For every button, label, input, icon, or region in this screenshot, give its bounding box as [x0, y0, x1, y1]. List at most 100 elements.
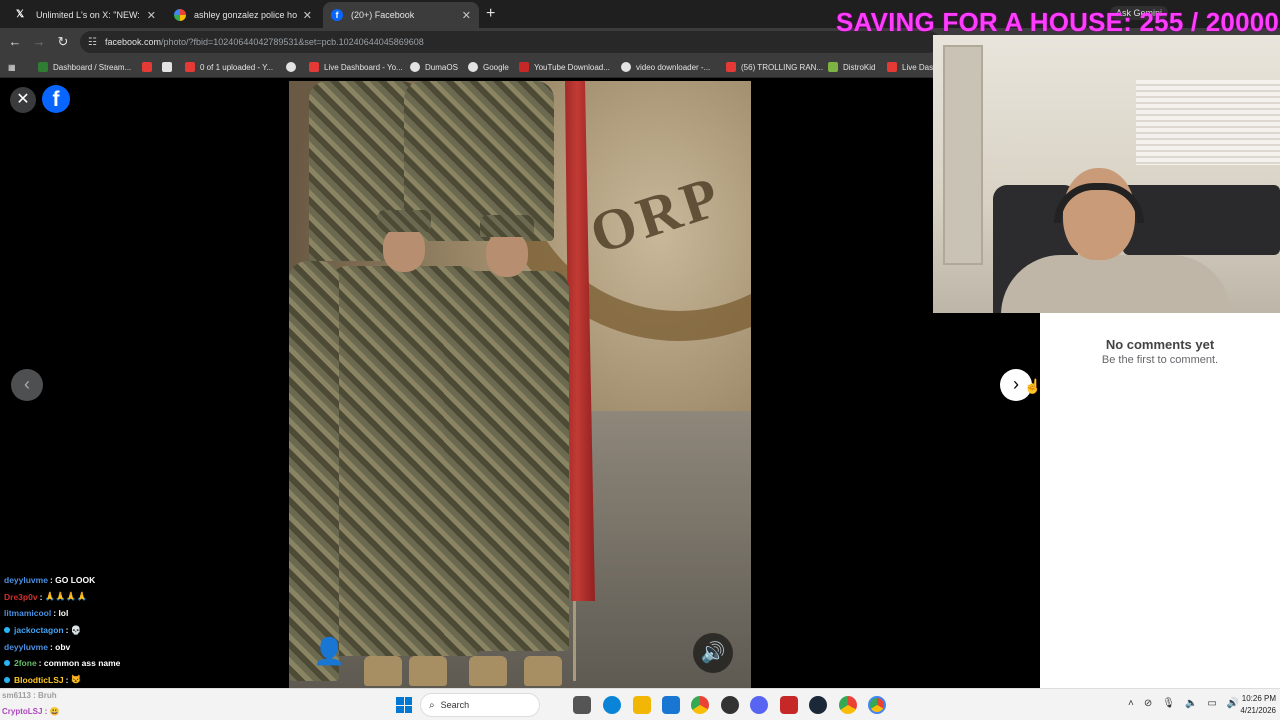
- discord-icon[interactable]: [750, 696, 768, 714]
- chat-text: lol: [58, 608, 69, 619]
- hand-cursor-icon: ☝: [1024, 378, 1042, 394]
- webcam-overlay: [933, 35, 1280, 313]
- chat-message: CryptoLSJ : 😃: [2, 707, 60, 716]
- chrome-icon[interactable]: [691, 696, 709, 714]
- bookmark-label: DistroKid: [843, 62, 876, 72]
- search-icon: ⌕: [429, 699, 435, 711]
- chat-message: Dre3p0v: 🙏🙏🙏🙏: [4, 591, 88, 602]
- bookmark-label: video downloader -...: [636, 62, 711, 72]
- chat-user: 2fone: [14, 658, 37, 669]
- donation-goal-text: SAVING FOR A HOUSE: 255 / 20000: [836, 7, 1280, 37]
- bookmark-item[interactable]: DumaOS: [410, 60, 458, 74]
- screen: 𝕏 Unlimited L's on X: "NEW: I ✕ ashley g…: [0, 0, 1280, 720]
- facebook-logo-icon[interactable]: f: [42, 85, 70, 113]
- comments-panel: No comments yet Be the first to comment.: [1040, 313, 1280, 688]
- chat-text: GO LOOK: [55, 575, 96, 586]
- chat-user: deyyluvme: [4, 641, 48, 652]
- previous-photo-icon[interactable]: ‹: [11, 369, 43, 401]
- bookmark-item[interactable]: YouTube Download...: [519, 60, 610, 74]
- microphone-icon[interactable]: 🎙: [1162, 698, 1175, 709]
- new-tab-button[interactable]: +: [486, 5, 495, 23]
- person-icon[interactable]: 👤: [313, 636, 345, 668]
- chat-text: 🙏🙏🙏🙏: [44, 591, 88, 602]
- google-icon: [174, 9, 186, 21]
- no-comments-subtitle: Be the first to comment.: [1101, 354, 1219, 366]
- forward-icon[interactable]: →: [30, 33, 48, 51]
- address-bar[interactable]: ☷ facebook.com/photo/?fbid=1024064404278…: [80, 31, 940, 53]
- chat-message: 2fone: common ass name: [0, 655, 260, 672]
- tab-close-icon[interactable]: ✕: [147, 9, 156, 22]
- bookmark-label: Live Dashboard - Yo...: [324, 62, 403, 72]
- tab-google-search[interactable]: ashley gonzalez police houston ✕: [166, 2, 320, 28]
- badge-icon: [4, 660, 10, 667]
- edge-icon[interactable]: [603, 696, 621, 714]
- bookmark-item[interactable]: [142, 60, 157, 74]
- bookmark-item[interactable]: Google: [468, 60, 509, 74]
- chrome-icon[interactable]: [868, 696, 886, 714]
- system-tray: ˄ ⊘ 🎙 🔈 ▭ 🔊: [1128, 698, 1239, 709]
- bookmark-item[interactable]: 0 of 1 uploaded - Y...: [185, 60, 273, 74]
- badge-icon: [4, 676, 10, 683]
- badge-icon: [4, 627, 10, 634]
- bookmark-item[interactable]: [286, 60, 301, 74]
- volume-icon[interactable]: 🔊: [693, 633, 733, 673]
- tab-close-icon[interactable]: ✕: [303, 9, 312, 22]
- chat-user: BloodticLSJ: [14, 674, 64, 685]
- chrome-icon[interactable]: [839, 696, 857, 714]
- bookmark-item[interactable]: DistroKid: [828, 60, 875, 74]
- chat-user: sm6113: [2, 691, 31, 700]
- tab-x[interactable]: 𝕏 Unlimited L's on X: "NEW: I ✕: [8, 2, 164, 28]
- chat-message: BloodticLSJ: 😾: [0, 672, 260, 689]
- chat-user: Dre3p0v: [4, 591, 38, 602]
- back-icon[interactable]: ←: [6, 33, 24, 51]
- clock-time: 10:26 PM: [1241, 694, 1276, 703]
- chat-user: CryptoLSJ: [2, 707, 43, 716]
- chat-text: obv: [55, 641, 71, 652]
- x-icon: 𝕏: [16, 9, 25, 20]
- bookmark-item[interactable]: (56) TROLLING RAN...: [726, 60, 823, 74]
- chat-text: 😃: [49, 707, 60, 716]
- steam-icon[interactable]: [809, 696, 827, 714]
- chat-text: common ass name: [43, 658, 121, 669]
- bookmark-label: 0 of 1 uploaded - Y...: [200, 62, 274, 72]
- adobe-icon[interactable]: [780, 696, 798, 714]
- file-explorer-icon[interactable]: [633, 696, 651, 714]
- task-view-icon[interactable]: [573, 696, 591, 714]
- bookmark-item[interactable]: Dashboard / Stream...: [38, 60, 131, 74]
- tab-title: ashley gonzalez police houston: [194, 10, 297, 20]
- tab-close-icon[interactable]: ✕: [462, 9, 471, 22]
- site-info-icon[interactable]: ☷: [88, 37, 97, 48]
- store-icon[interactable]: [662, 696, 680, 714]
- bookmark-item[interactable]: [162, 60, 177, 74]
- chat-text: 💀: [70, 624, 82, 635]
- taskbar: sm6113 : Bruh CryptoLSJ : 😃 ⌕ Search ˄ ⊘ …: [0, 688, 1280, 720]
- bookmark-label: DumaOS: [425, 62, 458, 72]
- tab-title: Unlimited L's on X: "NEW: I: [36, 10, 141, 20]
- bookmark-item[interactable]: video downloader -...: [621, 60, 710, 74]
- tab-facebook[interactable]: f (20+) Facebook ✕: [323, 2, 479, 28]
- display-icon[interactable]: ▭: [1207, 698, 1216, 709]
- chat-message: jackoctagon: 💀: [0, 622, 260, 639]
- address-url: facebook.com/photo/?fbid=102406440427895…: [105, 37, 424, 47]
- bookmark-label: Dashboard / Stream...: [53, 62, 132, 72]
- volume-icon[interactable]: 🔈: [1185, 698, 1197, 709]
- chat-user: litmamicool: [4, 608, 52, 619]
- bookmark-label: (56) TROLLING RAN...: [741, 62, 824, 72]
- windows-start-icon[interactable]: [396, 697, 412, 713]
- chat-message: deyyluvme: GO LOOK: [4, 575, 96, 586]
- close-icon[interactable]: ✕: [10, 87, 36, 113]
- chat-message: deyyluvme: obv: [4, 641, 71, 652]
- bookmark-item[interactable]: Live Dash: [887, 60, 938, 74]
- obs-icon[interactable]: [721, 696, 739, 714]
- reload-icon[interactable]: ↻: [54, 33, 72, 51]
- network-icon[interactable]: ⊘: [1144, 698, 1152, 709]
- taskbar-search[interactable]: ⌕ Search: [420, 693, 540, 717]
- chevron-up-icon[interactable]: ˄: [1128, 698, 1134, 709]
- clock[interactable]: 10:26 PM 4/21/2026: [1226, 693, 1276, 717]
- bookmark-item[interactable]: Live Dashboard - Yo...: [309, 60, 403, 74]
- tab-title: (20+) Facebook: [351, 10, 415, 20]
- chat-text: Bruh: [38, 691, 57, 700]
- chat-message: litmamicool: lol: [4, 608, 69, 619]
- no-comments-title: No comments yet: [1105, 337, 1215, 352]
- apps-icon[interactable]: ▦: [8, 60, 16, 74]
